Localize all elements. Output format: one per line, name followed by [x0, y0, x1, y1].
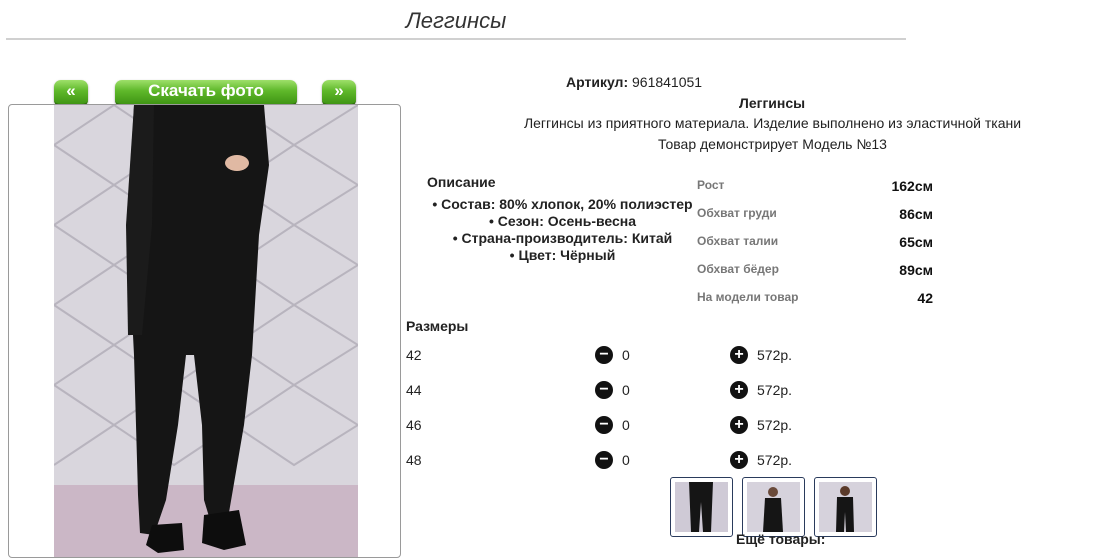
thumbnail-image [675, 482, 728, 532]
description-item: • Цвет: Чёрный [509, 247, 616, 263]
product-photo-frame [8, 104, 401, 558]
article-label: Артикул: [566, 74, 629, 90]
size-row: 46 − 0 + 572р. [406, 415, 826, 437]
download-photo-button[interactable]: Скачать фото [115, 80, 297, 107]
measurement-label: Обхват бёдер [697, 262, 779, 276]
qty-value: 0 [622, 347, 630, 363]
size-label: 48 [406, 452, 422, 468]
title-divider [6, 38, 906, 40]
description-item: • Состав: 80% хлопок, 20% полиэстер [432, 196, 693, 212]
measurement-value: 162см [891, 178, 933, 194]
size-price: 572р. [757, 382, 793, 398]
decrease-qty-icon[interactable]: − [595, 416, 613, 434]
thumbnail-image [819, 482, 872, 532]
size-price: 572р. [757, 452, 793, 468]
measurement-value: 86см [899, 206, 933, 222]
description-list: • Состав: 80% хлопок, 20% полиэстер • Се… [420, 196, 705, 264]
description-item: • Сезон: Осень-весна [488, 213, 637, 229]
measurement-label: На модели товар [697, 290, 799, 304]
size-row: 44 − 0 + 572р. [406, 380, 826, 402]
sizes-title: Размеры [406, 318, 469, 334]
thumbnail[interactable] [670, 477, 733, 537]
size-row: 48 − 0 + 572р. [406, 450, 826, 472]
product-name: Леггинсы [739, 95, 806, 111]
page-title: Леггинсы [405, 8, 507, 33]
increase-qty-icon[interactable]: + [730, 451, 748, 469]
measurement-value: 65см [899, 234, 933, 250]
size-price: 572р. [757, 417, 793, 433]
decrease-qty-icon[interactable]: − [595, 346, 613, 364]
prev-photo-button[interactable]: « [54, 80, 88, 107]
measurement-label: Обхват талии [697, 234, 779, 248]
measurement-row: Обхват талии 65см [697, 234, 933, 254]
size-row: 42 − 0 + 572р. [406, 345, 826, 367]
measurement-row: На модели товар 42 [697, 290, 933, 310]
measurement-row: Обхват груди 86см [697, 206, 933, 226]
article-line: Артикул: 961841051 [566, 74, 966, 90]
decrease-qty-icon[interactable]: − [595, 381, 613, 399]
article-value: 961841051 [632, 74, 703, 90]
measurement-row: Обхват бёдер 89см [697, 262, 933, 282]
size-label: 46 [406, 417, 422, 433]
qty-value: 0 [622, 382, 630, 398]
thumbnail-image [747, 482, 800, 532]
decrease-qty-icon[interactable]: − [595, 451, 613, 469]
measurement-row: Рост 162см [697, 178, 933, 198]
description-title: Описание [427, 174, 496, 190]
size-price: 572р. [757, 347, 793, 363]
increase-qty-icon[interactable]: + [730, 416, 748, 434]
size-label: 42 [406, 347, 422, 363]
next-photo-button[interactable]: » [322, 80, 356, 107]
qty-value: 0 [622, 452, 630, 468]
measurement-value: 89см [899, 262, 933, 278]
qty-value: 0 [622, 417, 630, 433]
more-products-title: Ещё товары: [736, 531, 826, 547]
measurement-label: Рост [697, 178, 725, 192]
measurement-label: Обхват груди [697, 206, 777, 220]
increase-qty-icon[interactable]: + [730, 381, 748, 399]
increase-qty-icon[interactable]: + [730, 346, 748, 364]
measurement-value: 42 [917, 290, 933, 306]
product-description: Леггинсы из приятного материала. Изделие… [523, 115, 1022, 131]
size-label: 44 [406, 382, 422, 398]
model-note: Товар демонстрирует Модель №13 [658, 136, 887, 152]
product-photo [54, 105, 358, 557]
thumbnail[interactable] [742, 477, 805, 537]
thumbnail[interactable] [814, 477, 877, 537]
description-item: • Страна-производитель: Китай [452, 230, 673, 246]
